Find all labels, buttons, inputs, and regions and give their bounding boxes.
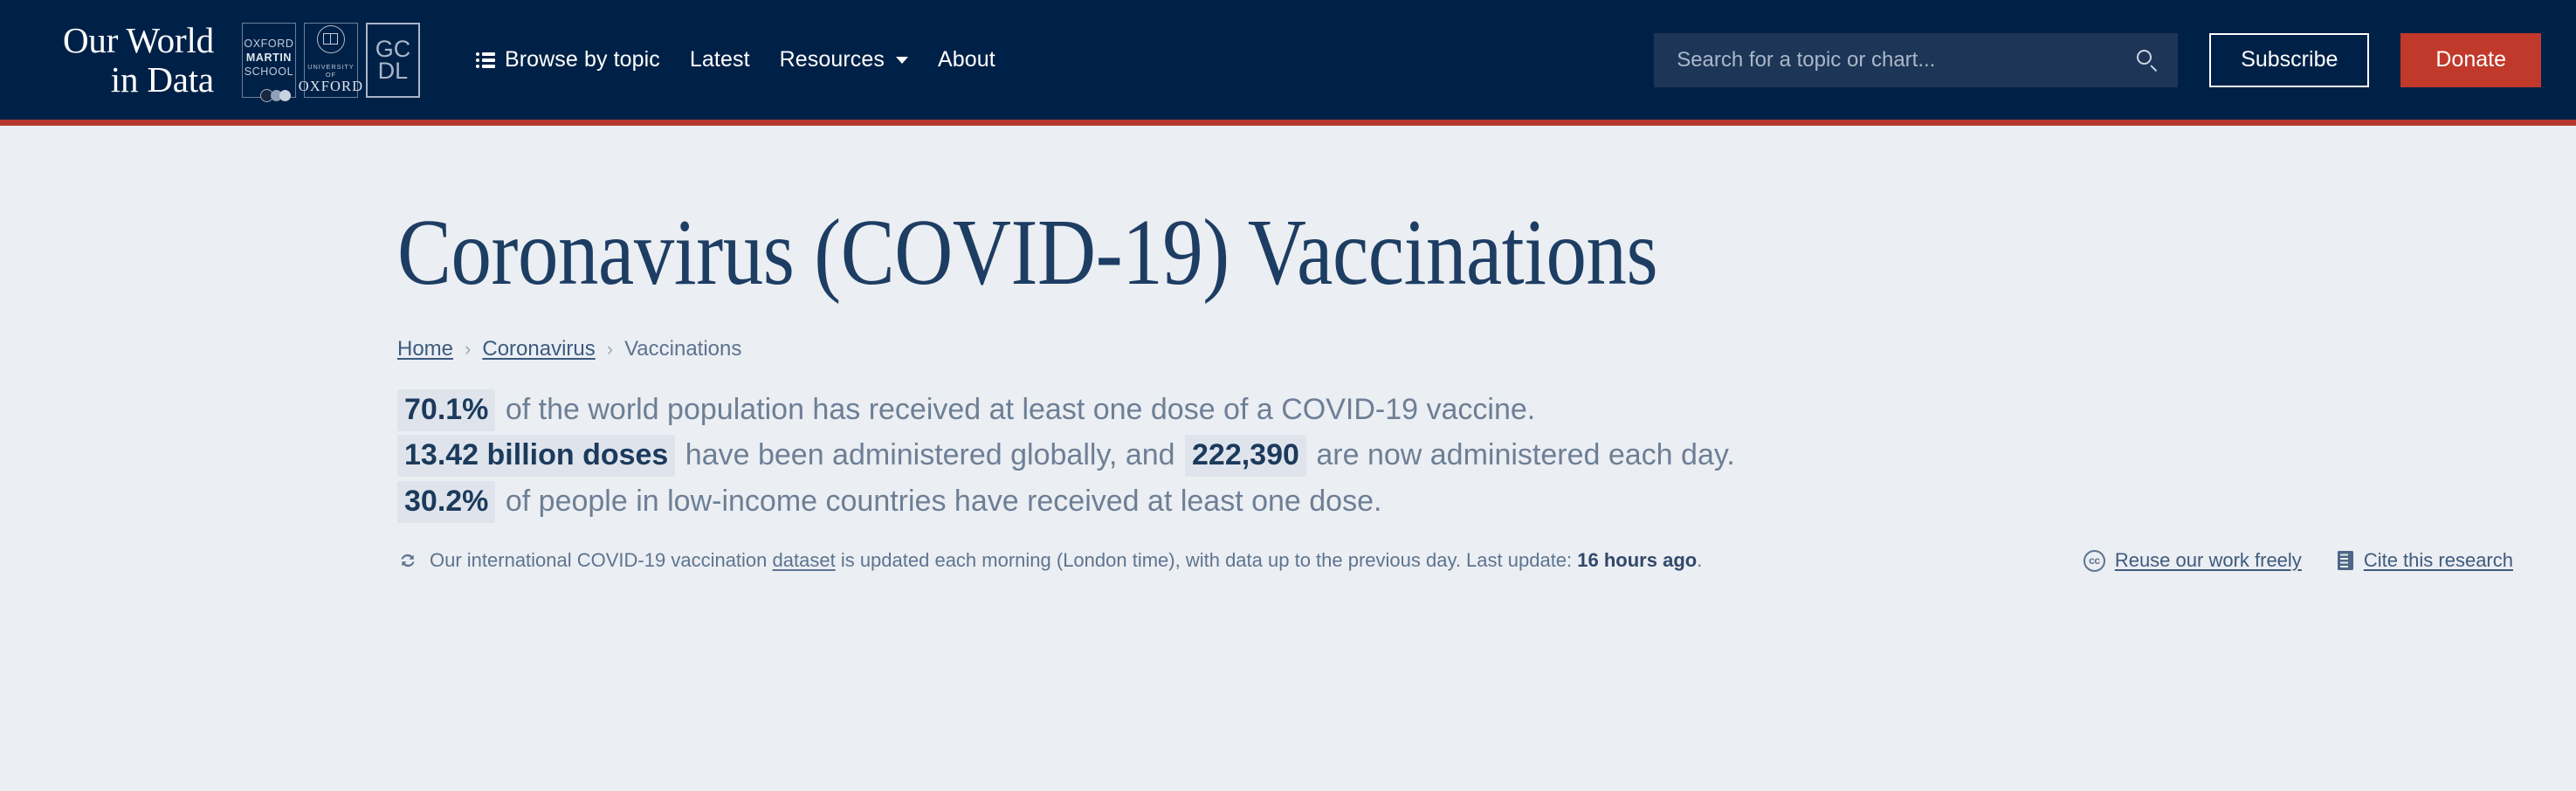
breadcrumb-separator-icon: › [606,338,614,360]
oxford-university-line: UNIVERSITY OF [307,62,355,79]
nav-item-resources[interactable]: Resources [779,47,909,72]
brand-line-1: Our World [63,20,214,61]
reuse-our-work-link[interactable]: cc Reuse our work freely [2083,549,2302,572]
oxford-martin-school-text: OXFORD MARTIN SCHOOL [243,37,295,84]
chevron-down-icon [896,56,909,64]
update-text: Our international COVID-19 vaccination d… [430,549,1702,572]
list-icon [475,52,495,68]
header-accent-bar [0,120,2576,126]
book-icon [2337,551,2353,571]
search-box[interactable] [1654,32,2179,87]
search-icon[interactable] [2136,49,2159,72]
stat-line-low-income: 30.2% of people in low-income countries … [397,480,2524,523]
sync-icon [401,554,415,567]
header-right-cluster: Subscribe Donate [1654,32,2541,87]
breadcrumb-item-coronavirus[interactable]: Coronavirus [482,337,595,361]
nav-item-latest[interactable]: Latest [690,47,750,72]
stat-line-world-population: 70.1% of the world population has receiv… [397,389,2524,431]
update-text-after: is updated each morning (London time), w… [835,549,1578,572]
key-statistics: 70.1% of the world population has receiv… [397,389,2524,523]
nav-label-resources: Resources [779,47,885,72]
oxford-crest-icon [316,24,345,53]
page-title: Coronavirus (COVID-19) Vaccinations [397,201,1658,305]
subscribe-button[interactable]: Subscribe [2209,32,2370,87]
content-container: Coronavirus (COVID-19) Vaccinations Home… [0,126,2576,572]
stat-line-total-doses: 13.42 billion doses have been administer… [397,435,2524,478]
oms-line-2: MARTIN [245,51,293,64]
nav-item-about[interactable]: About [938,47,995,72]
main-navigation: Browse by topic Latest Resources About [475,47,995,72]
site-logo-block[interactable]: Our World in Data OXFORD MARTIN SCHOOL U… [63,21,420,102]
stat-highlight-world-share: 70.1% [397,389,496,431]
nav-item-browse-by-topic[interactable]: Browse by topic [475,47,660,72]
stat-text-doses-mid: have been administered globally, and [677,438,1183,472]
stat-highlight-daily-doses: 222,390 [1185,435,1306,478]
update-bar: Our international COVID-19 vaccination d… [397,549,2524,572]
university-of-oxford-logo[interactable]: UNIVERSITY OF OXFORD [299,22,362,98]
search-input[interactable] [1675,46,2137,73]
page-main: Coronavirus (COVID-19) Vaccinations Home… [0,120,2576,572]
brand-line-2: in Data [110,58,214,100]
breadcrumb-item-home[interactable]: Home [397,337,453,361]
partner-logos: OXFORD MARTIN SCHOOL UNIVERSITY OF OXFOR… [241,22,420,102]
breadcrumb-item-vaccinations: Vaccinations [624,337,742,361]
creative-commons-icon: cc [2083,549,2105,572]
stat-text-world-share: of the world population has received at … [497,393,1536,426]
nav-label-browse-by-topic: Browse by topic [504,47,660,72]
gcdl-logo[interactable]: GC DL [365,22,420,98]
stat-highlight-low-income-share: 30.2% [397,480,496,523]
update-text-trailing: . [1697,549,1703,572]
breadcrumb-separator-icon: › [465,338,472,360]
oxford-name-line: OXFORD [298,77,364,94]
gcdl-line-1: GC [375,35,411,62]
gcdl-line-2: DL [377,57,409,84]
oms-line-3: SCHOOL [244,65,294,78]
oms-line-1: OXFORD [244,37,294,50]
breadcrumb: Home › Coronavirus › Vaccinations [397,337,2524,361]
oxford-martin-school-logo[interactable]: OXFORD MARTIN SCHOOL [241,22,296,102]
stat-text-low-income: of people in low-income countries have r… [497,484,1382,518]
reuse-our-work-label: Reuse our work freely [2114,549,2302,572]
cite-this-research-label: Cite this research [2363,549,2513,572]
update-text-before: Our international COVID-19 vaccination [430,549,773,572]
oms-dots-decoration [259,88,291,102]
dataset-link[interactable]: dataset [773,549,836,571]
stat-text-doses-end: are now administered each day. [1307,438,1735,472]
nav-label-latest: Latest [689,47,750,72]
last-update-value: 16 hours ago [1577,549,1698,572]
stat-highlight-total-doses: 13.42 billion doses [397,435,676,478]
cite-this-research-link[interactable]: Cite this research [2337,549,2513,572]
owid-wordmark[interactable]: Our World in Data [63,21,214,99]
nav-label-about: About [938,47,995,72]
donate-button[interactable]: Donate [2400,32,2541,87]
site-header: Our World in Data OXFORD MARTIN SCHOOL U… [0,0,2576,126]
